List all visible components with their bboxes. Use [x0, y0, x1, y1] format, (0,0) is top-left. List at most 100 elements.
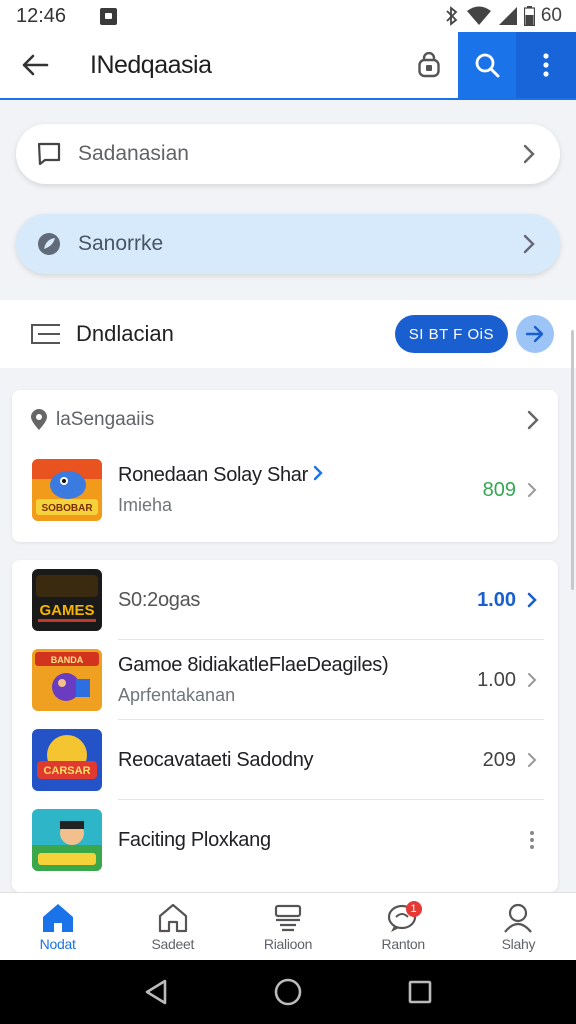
- thumbnail-text: BANDA: [51, 655, 84, 665]
- status-filter-button[interactable]: SI BT F OiS: [394, 315, 508, 353]
- row-text: Gamoe 8idiakatleFlaeDeagiles) Aprfentaka…: [118, 654, 477, 706]
- chevron-right-icon: [314, 465, 323, 481]
- row-text: Reocavataeti Sadodny: [118, 749, 483, 772]
- feature-pill[interactable]: Sanorrke: [16, 214, 560, 274]
- home-icon: [42, 903, 73, 932]
- location-card-title: laSengaaiis: [56, 409, 155, 430]
- person-icon: [504, 903, 533, 933]
- section-header: Dndlacian SI BT F OiS: [0, 300, 576, 368]
- lock-button[interactable]: [400, 32, 458, 98]
- chevron-right-icon: [524, 482, 540, 498]
- game-thumbnail: BANDA: [32, 649, 102, 711]
- square-recents-icon: [408, 980, 432, 1004]
- search-pill[interactable]: Sadanasian: [16, 124, 560, 184]
- nav-item-home[interactable]: Nodat: [0, 893, 115, 960]
- more-vert-icon: [543, 53, 549, 77]
- game-thumbnail: SOBOBAR: [32, 459, 102, 521]
- row-value: 809: [482, 478, 516, 501]
- thumbnail-text: GAMES: [39, 602, 94, 619]
- status-left: 12:46: [16, 4, 118, 28]
- arrow-right-icon: [525, 325, 544, 343]
- more-vert-icon[interactable]: [524, 830, 540, 850]
- game-thumbnail: GAMES: [32, 569, 102, 631]
- row-title: Reocavataeti Sadodny: [118, 748, 314, 771]
- search-pill-label: Sadanasian: [78, 142, 189, 165]
- row-value: 1.00: [477, 668, 516, 691]
- location-pin-icon: [31, 409, 47, 430]
- signal-icon: [498, 7, 517, 25]
- app-bar: INedqaasia: [0, 32, 576, 100]
- lock-icon: [418, 52, 440, 78]
- row-title: Gamoe 8idiakatleFlaeDeagiles): [118, 654, 389, 676]
- chevron-right-icon: [527, 410, 539, 430]
- triangle-back-icon: [145, 979, 167, 1005]
- row-text: Ronedaan Solay Shar Imieha: [118, 464, 483, 516]
- more-options-button[interactable]: [516, 32, 576, 98]
- nav-label: Sadeet: [151, 935, 195, 952]
- chevron-right-icon: [524, 592, 540, 608]
- nav-label: Slahy: [501, 935, 536, 952]
- system-recents-button[interactable]: [400, 972, 440, 1012]
- thumbnail-text: SOBOBAR: [41, 503, 93, 514]
- list-item[interactable]: SOBOBAR Ronedaan Solay Shar Imieha 809: [12, 450, 558, 530]
- list-item[interactable]: BANDA Gamoe 8idiakatleFlaeDeagiles) Aprf…: [12, 640, 558, 720]
- status-time: 12:46: [16, 4, 67, 27]
- system-home-button[interactable]: [268, 972, 308, 1012]
- list-item[interactable]: CARSAR Reocavataeti Sadodny 209: [12, 720, 558, 800]
- row-text: Faciting Ploxkang: [118, 829, 524, 852]
- row-value: 209: [482, 748, 516, 771]
- back-arrow-icon: [22, 54, 49, 76]
- nav-label: Rialioon: [263, 935, 313, 952]
- page-title: INedqaasia: [90, 50, 212, 79]
- thumbnail-text: CARSAR: [43, 765, 90, 777]
- row-title: Faciting Ploxkang: [118, 828, 271, 851]
- list-item[interactable]: Faciting Ploxkang: [12, 800, 558, 880]
- search-icon: [475, 53, 500, 78]
- bottom-navigation: Nodat Sadeet Rialioon 1 Ranton Slahy: [0, 892, 576, 960]
- system-back-button[interactable]: [136, 972, 176, 1012]
- notification-icon: [100, 7, 118, 25]
- row-subtitle: Aprfentakanan: [118, 685, 236, 705]
- battery-icon: [523, 6, 535, 26]
- back-button[interactable]: [0, 32, 70, 98]
- status-bar: 12:46 60: [0, 0, 576, 32]
- location-card: laSengaaiis SOBOBAR Ronedaan Solay Shar …: [12, 390, 558, 542]
- row-value: 1.00: [477, 588, 516, 611]
- feature-pill-label: Sanorrke: [78, 232, 164, 255]
- nav-item-second[interactable]: Sadeet: [115, 893, 230, 960]
- chat-square-icon: [36, 141, 62, 167]
- nav-item-profile[interactable]: Slahy: [461, 893, 576, 960]
- battery-level: 60: [540, 5, 562, 26]
- nav-label: Nodat: [39, 935, 76, 952]
- scrollbar[interactable]: [571, 330, 574, 590]
- inbox-icon: [274, 904, 302, 931]
- system-navigation-bar: [0, 960, 576, 1024]
- circle-home-icon: [274, 978, 302, 1006]
- chevron-right-icon: [524, 752, 540, 768]
- nav-label: Ranton: [381, 935, 426, 952]
- nav-item-fourth[interactable]: 1 Ranton: [346, 893, 461, 960]
- games-card: GAMES S0:2ogas 1.00 BANDA Gamoe 8idiakat…: [12, 560, 558, 892]
- location-card-header[interactable]: laSengaaiis: [12, 390, 558, 450]
- bluetooth-icon: [446, 6, 458, 26]
- search-button[interactable]: [458, 32, 516, 98]
- nav-item-third[interactable]: Rialioon: [230, 893, 345, 960]
- row-title: S0:2ogas: [118, 588, 201, 611]
- wifi-icon: [466, 6, 491, 25]
- chevron-right-icon: [518, 143, 540, 165]
- status-right: 60: [444, 5, 562, 27]
- leaf-icon: [36, 231, 62, 257]
- row-title: Ronedaan Solay Shar: [118, 464, 483, 487]
- chevron-right-icon: [524, 672, 540, 688]
- list-item[interactable]: GAMES S0:2ogas 1.00: [12, 560, 558, 640]
- notification-badge: 1: [405, 901, 422, 917]
- row-text: S0:2ogas: [118, 589, 477, 612]
- section-title: Dndlacian: [76, 321, 174, 346]
- house-outline-icon: [158, 903, 187, 932]
- forward-button[interactable]: [516, 315, 554, 353]
- row-subtitle: Imieha: [118, 495, 173, 515]
- chevron-right-icon: [518, 233, 540, 255]
- list-icon: [31, 324, 60, 344]
- game-thumbnail: [32, 809, 102, 871]
- game-thumbnail: CARSAR: [32, 729, 102, 791]
